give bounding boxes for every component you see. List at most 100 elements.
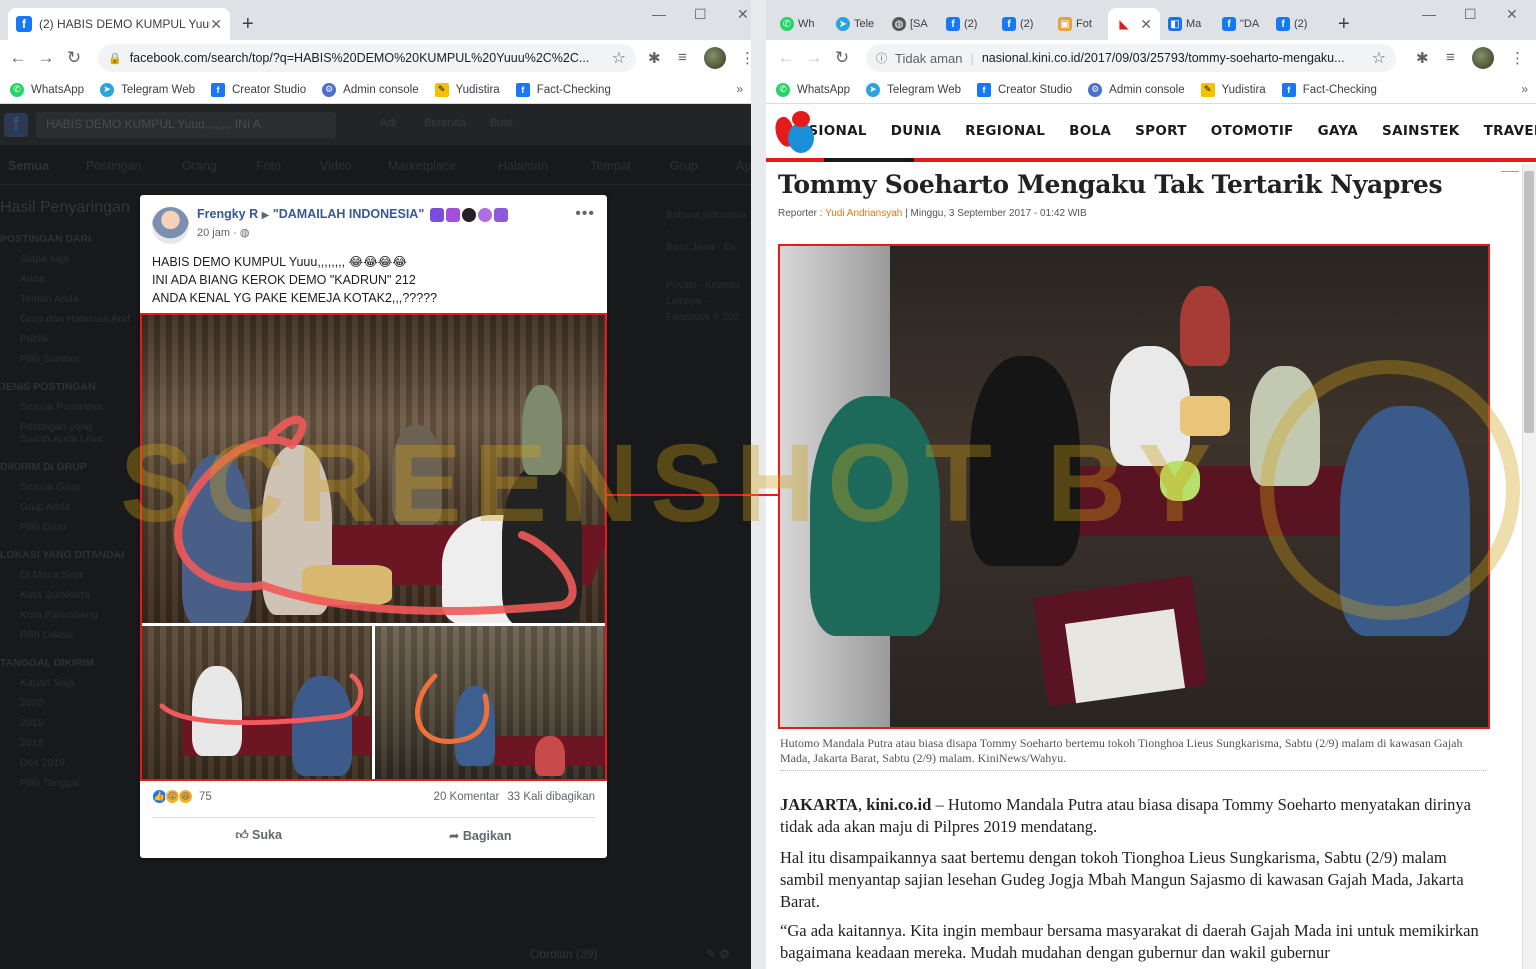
facebook-search-input[interactable]: HABIS DEMO KUMPUL Yuuu,,,,,,,, INI A (36, 111, 336, 138)
minimize-icon[interactable]: — (1422, 6, 1436, 22)
address-bar[interactable]: ⓘ Tidak aman | nasional.kini.co.id/2017/… (866, 44, 1396, 72)
filter-option[interactable]: Anda (0, 273, 130, 285)
nav-otomotif[interactable]: OTOMOTIF (1211, 123, 1294, 139)
nav-sainstek[interactable]: SAINSTEK (1382, 123, 1460, 139)
footer-link[interactable]: Basa Jawa · Es (666, 240, 751, 256)
tab-facebook-3[interactable]: f "DA (1222, 14, 1259, 34)
bookmark-creator-studio[interactable]: f Creator Studio (977, 82, 1072, 97)
bookmarks-overflow-icon[interactable]: » (736, 82, 743, 96)
maximize-icon[interactable]: ☐ (694, 6, 707, 23)
post-timestamp[interactable]: 20 jam · ◍ (197, 226, 508, 239)
bookmark-creator-studio[interactable]: f Creator Studio (211, 82, 306, 97)
reactions-count[interactable]: 75 (199, 791, 212, 803)
chat-options-icon[interactable]: ✎ ⚙ (706, 947, 730, 961)
fb-tab-videos[interactable]: Video (320, 159, 352, 173)
nav-bola[interactable]: BOLA (1069, 123, 1111, 139)
bookmark-fact-checking[interactable]: f Fact-Checking (515, 82, 611, 97)
nav-sport[interactable]: SPORT (1135, 123, 1187, 139)
footer-link[interactable]: Privasi · Ketentu (666, 278, 751, 294)
fb-tab-marketplace[interactable]: Marketplace (388, 159, 456, 173)
bookmark-telegram[interactable]: ➤ Telegram Web (100, 82, 195, 97)
forward-icon[interactable]: → (32, 48, 60, 68)
filter-option[interactable]: 2020 (0, 697, 130, 709)
post-author[interactable]: Frengky R (197, 207, 258, 221)
tab-maps[interactable]: ◧ Ma (1168, 14, 1201, 34)
fb-home-link[interactable]: Beranda (424, 117, 466, 129)
fb-tab-groups[interactable]: Grup (670, 159, 698, 173)
fb-tab-apps[interactable]: Ap (736, 159, 751, 173)
close-window-icon[interactable]: ✕ (737, 6, 749, 23)
tab-kini-active[interactable]: ◣ ✕ (1108, 8, 1160, 40)
tab-photos[interactable]: ▣ Fot (1058, 14, 1092, 34)
filter-option[interactable]: Siapa saja (0, 253, 130, 265)
bookmark-fact-checking[interactable]: f Fact-Checking (1281, 82, 1377, 97)
reading-list-icon[interactable]: ≡ (678, 49, 687, 66)
filter-option[interactable]: Di Mana Saja (0, 569, 130, 581)
back-icon[interactable]: ← (4, 48, 32, 68)
tab-facebook-search[interactable]: f (2) HABIS DEMO KUMPUL Yuuu, ✕ (8, 8, 230, 40)
filter-option[interactable]: Grup Anda (0, 501, 130, 513)
new-tab-icon[interactable]: + (1338, 13, 1350, 36)
bookmark-whatsapp[interactable]: ✆ WhatsApp (10, 82, 84, 97)
fb-tab-places[interactable]: Tempat (590, 159, 631, 173)
reload-icon[interactable]: ↻ (60, 48, 88, 68)
menu-kebab-icon[interactable]: ⋮ (1510, 49, 1525, 67)
filter-option[interactable]: Kota Palembang (0, 609, 130, 621)
tab-facebook-2[interactable]: f (2) (1002, 14, 1033, 34)
filter-option[interactable]: Des 2019 (0, 757, 130, 769)
back-icon[interactable]: ← (772, 48, 800, 68)
profile-avatar[interactable] (1472, 47, 1494, 69)
filter-option[interactable]: Pilih Grup (0, 521, 130, 533)
fb-tab-photos[interactable]: Foto (256, 159, 281, 173)
tab-facebook-4[interactable]: f (2) (1276, 14, 1307, 34)
menu-kebab-icon[interactable]: ⋮ (740, 49, 751, 67)
bookmark-telegram[interactable]: ➤ Telegram Web (866, 82, 961, 97)
bookmarks-overflow-icon[interactable]: » (1521, 82, 1528, 96)
bookmark-whatsapp[interactable]: ✆ WhatsApp (776, 82, 850, 97)
filter-option[interactable]: Teman Anda (0, 293, 130, 305)
nav-gaya[interactable]: GAYA (1318, 123, 1358, 139)
scrollbar-thumb[interactable] (1524, 171, 1534, 433)
extensions-icon[interactable]: ✱ (648, 49, 661, 67)
close-tab-icon[interactable]: ✕ (210, 16, 222, 33)
reload-icon[interactable]: ↻ (828, 48, 856, 68)
bookmark-star-icon[interactable]: ☆ (1372, 48, 1386, 68)
close-window-icon[interactable]: ✕ (1506, 6, 1518, 23)
filter-option[interactable]: Pilih Lokasi (0, 629, 130, 641)
bookmark-yudistira[interactable]: ✎ Yudistira (434, 82, 500, 97)
profile-avatar[interactable] (704, 47, 726, 69)
forward-icon[interactable]: → (800, 48, 828, 68)
filter-option[interactable]: 2018 (0, 737, 130, 749)
post-photo-tertiary[interactable] (375, 626, 605, 779)
fb-tab-all[interactable]: Semua (8, 159, 49, 173)
nav-regional[interactable]: REGIONAL (965, 123, 1045, 139)
close-tab-icon[interactable]: ✕ (1140, 16, 1152, 33)
filter-option[interactable]: Kota Surakarta (0, 589, 130, 601)
fb-chat-bar[interactable]: Obrolan (39) ✎ ⚙ (530, 943, 730, 965)
author-avatar[interactable] (152, 207, 189, 244)
footer-link[interactable]: Bahasa Indonesia · (666, 208, 751, 240)
filter-option[interactable]: Postingan yang Sudah Anda Lihat (0, 421, 120, 445)
filter-option[interactable]: Semua Grup (0, 481, 130, 493)
maximize-icon[interactable]: ☐ (1464, 6, 1477, 23)
minimize-icon[interactable]: — (652, 6, 666, 22)
fb-tab-people[interactable]: Orang (182, 159, 217, 173)
filter-option[interactable]: Grup dan Halaman And (0, 313, 130, 325)
post-photo-secondary[interactable] (142, 626, 372, 779)
source-link[interactable]: kini.co.id (866, 795, 931, 814)
tab-telegram[interactable]: ➤ Tele (836, 14, 874, 34)
tab-whatsapp[interactable]: ✆ Wh (780, 14, 815, 34)
filter-option[interactable]: Kapan Saja (0, 677, 130, 689)
post-more-icon[interactable]: ••• (575, 205, 595, 223)
bookmark-star-icon[interactable]: ☆ (612, 48, 626, 68)
nav-dunia[interactable]: DUNIA (891, 123, 941, 139)
reporter-link[interactable]: Yudi Andriansyah (825, 208, 902, 219)
share-button[interactable]: ➦ Bagikan (449, 828, 512, 843)
bookmark-admin-console[interactable]: ⚙ Admin console (1088, 82, 1185, 97)
fb-create-link[interactable]: Buat (490, 117, 513, 129)
address-bar[interactable]: 🔒 facebook.com/search/top/?q=HABIS%20DEM… (98, 44, 636, 72)
shares-count[interactable]: 33 Kali dibagikan (507, 791, 595, 803)
tab-facebook-1[interactable]: f (2) (946, 14, 977, 34)
fb-profile-link[interactable]: Adi (380, 117, 396, 129)
filter-option[interactable]: Pilih Sumber (0, 353, 130, 365)
